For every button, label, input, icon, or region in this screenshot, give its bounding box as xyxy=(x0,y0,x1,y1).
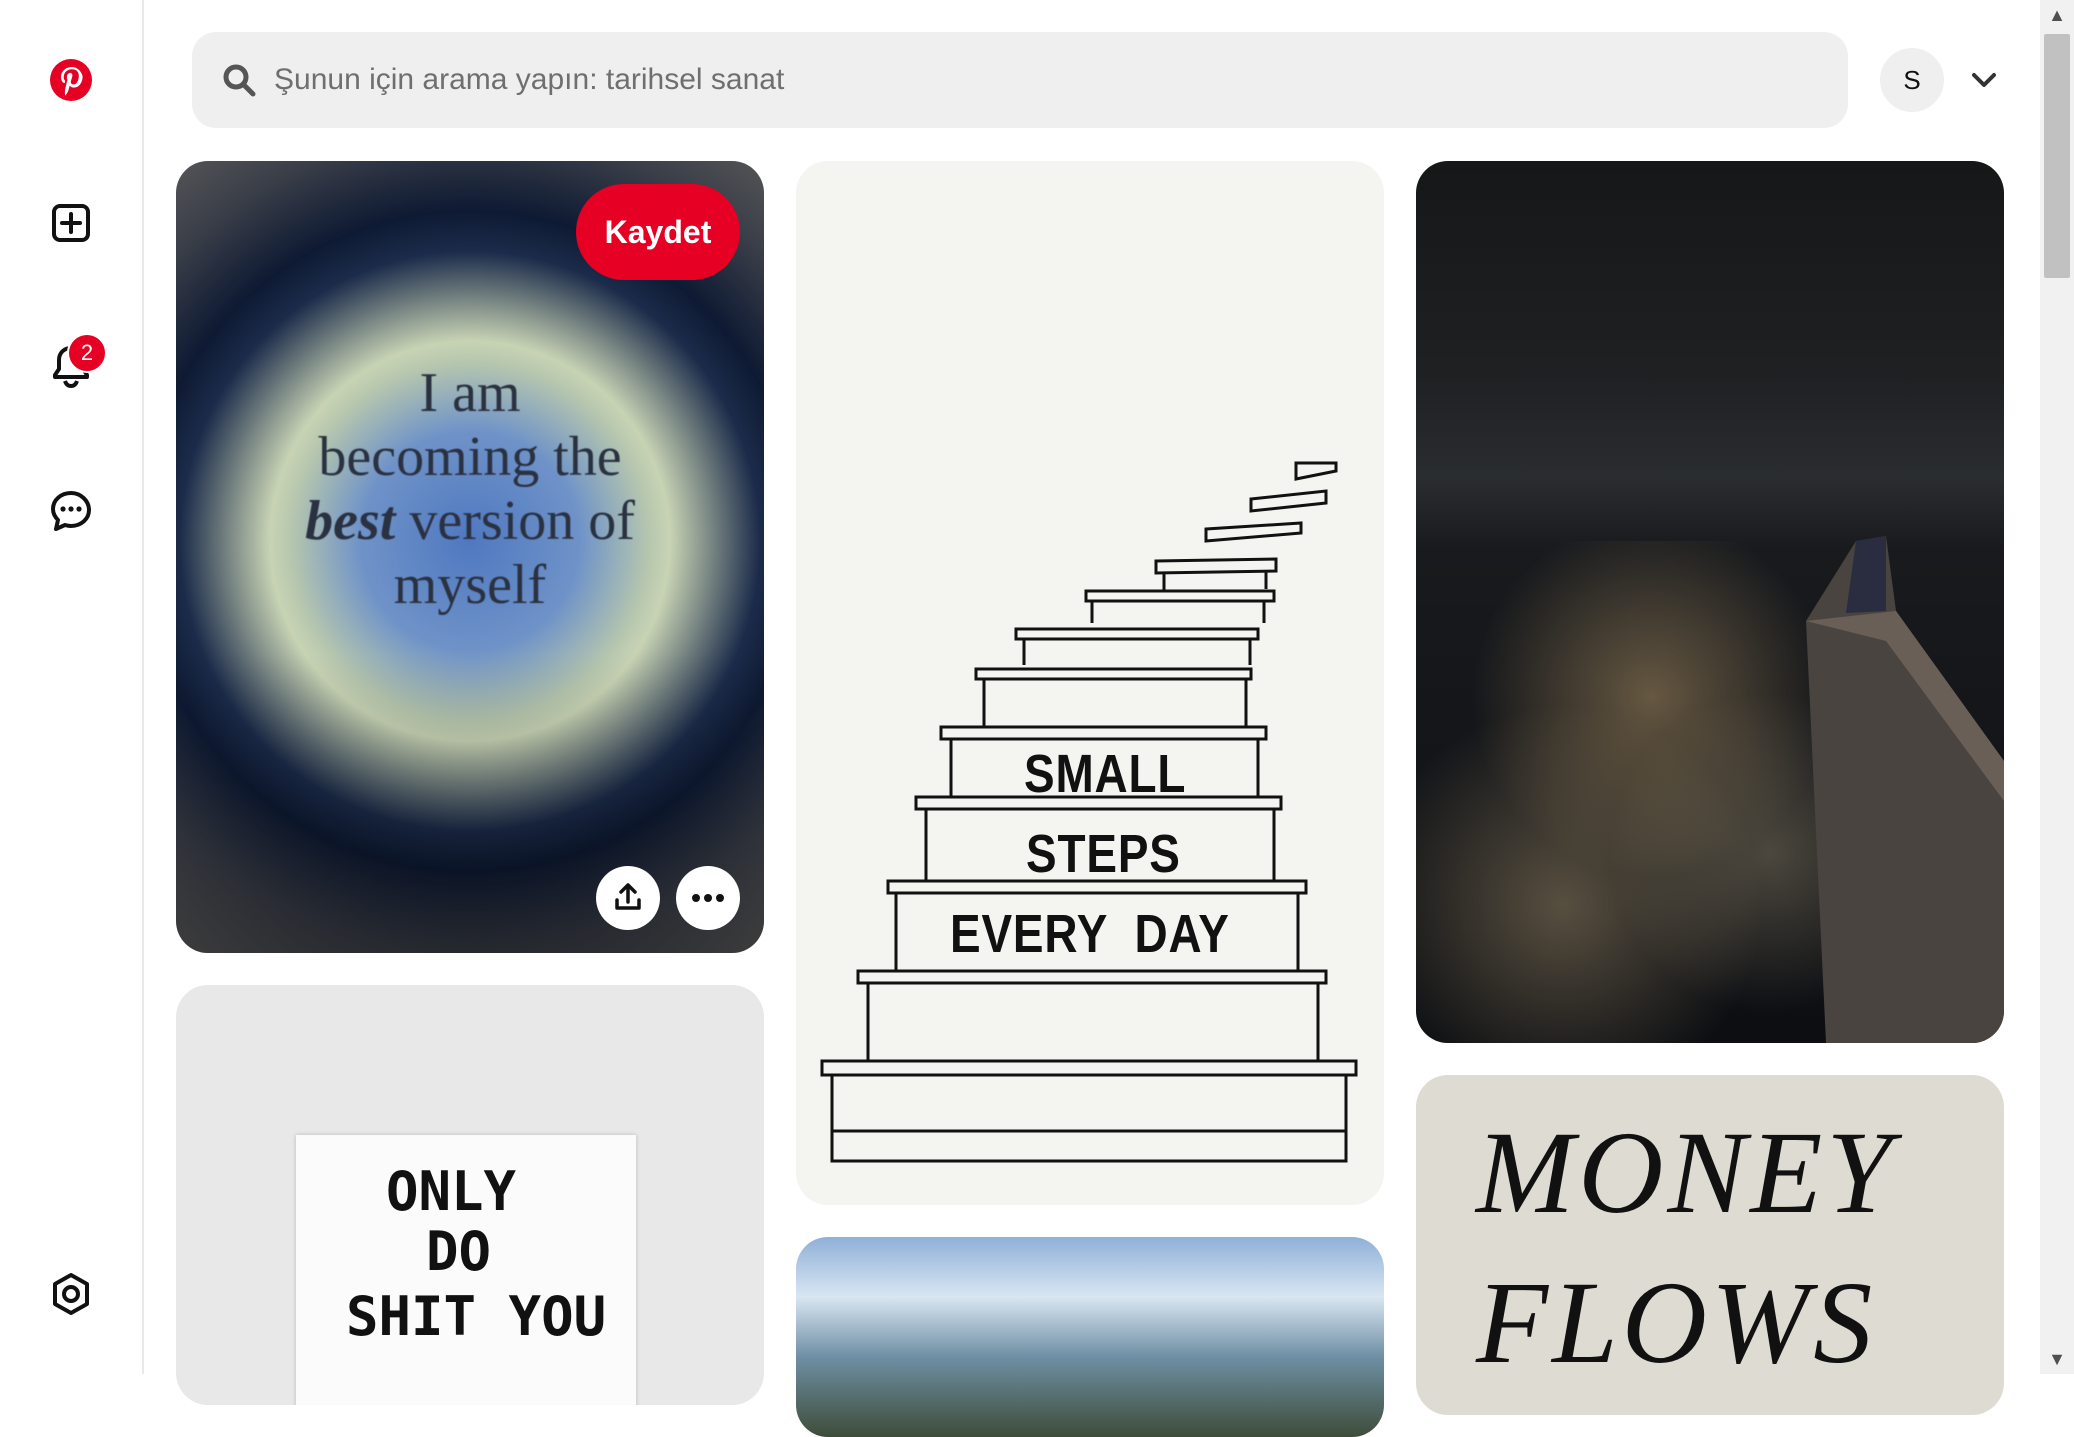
quote-emphasis: best xyxy=(305,490,396,552)
scrollbar[interactable]: ▲ ▼ xyxy=(2040,0,2074,1374)
ellipsis-icon xyxy=(691,891,725,906)
quote-line: best version of xyxy=(176,489,764,553)
pin-card[interactable] xyxy=(796,1237,1384,1437)
pin-card[interactable]: SMALL STEPS EVERY DAY xyxy=(796,161,1384,1205)
quote-line: I am xyxy=(419,362,521,424)
quote-line: myself xyxy=(393,554,547,616)
avatar[interactable]: S xyxy=(1880,48,1944,112)
more-options-button[interactable] xyxy=(676,866,740,930)
quote-line: becoming the xyxy=(318,426,622,488)
scroll-up-icon[interactable]: ▲ xyxy=(2040,0,2074,30)
share-icon xyxy=(613,882,643,915)
search-input[interactable] xyxy=(272,62,1776,98)
image-text: SHIT YOU xyxy=(346,1285,607,1348)
pin-card[interactable] xyxy=(1416,161,2004,1043)
create-icon[interactable] xyxy=(41,193,101,253)
scrollbar-thumb[interactable] xyxy=(2044,34,2070,278)
quote-text: version of xyxy=(395,490,635,552)
airplane-wing-image xyxy=(1806,536,2004,1043)
search-bar[interactable] xyxy=(192,32,1848,128)
pin-card[interactable]: ONLY DO SHIT YOU xyxy=(176,985,764,1405)
save-button[interactable]: Kaydet xyxy=(576,184,740,280)
settings-icon[interactable] xyxy=(41,1264,101,1324)
image-text: SMALL xyxy=(1024,744,1187,804)
notification-badge: 2 xyxy=(67,333,107,373)
search-icon xyxy=(222,62,258,98)
hover-overlay xyxy=(176,653,764,953)
pin-image-text: I am becoming the best version of myself xyxy=(176,361,764,617)
image-text: MONEY xyxy=(1476,1107,1896,1238)
sidebar: 2 xyxy=(0,0,144,1374)
pinterest-logo-icon[interactable] xyxy=(41,50,101,110)
staircase-illustration xyxy=(820,461,1358,1163)
chevron-down-icon[interactable] xyxy=(1966,62,2002,98)
messages-icon[interactable] xyxy=(41,481,101,541)
pin-card[interactable]: I am becoming the best version of myself… xyxy=(176,161,764,953)
image-text: EVERY DAY xyxy=(950,904,1230,964)
pin-card[interactable]: MONEY FLOWS xyxy=(1416,1075,2004,1415)
scroll-down-icon[interactable]: ▼ xyxy=(2040,1344,2074,1374)
image-text: DO xyxy=(426,1220,492,1283)
share-button[interactable] xyxy=(596,866,660,930)
image-text: ONLY xyxy=(386,1160,517,1223)
image-text: FLOWS xyxy=(1476,1257,1877,1388)
image-text: STEPS xyxy=(1026,824,1181,884)
